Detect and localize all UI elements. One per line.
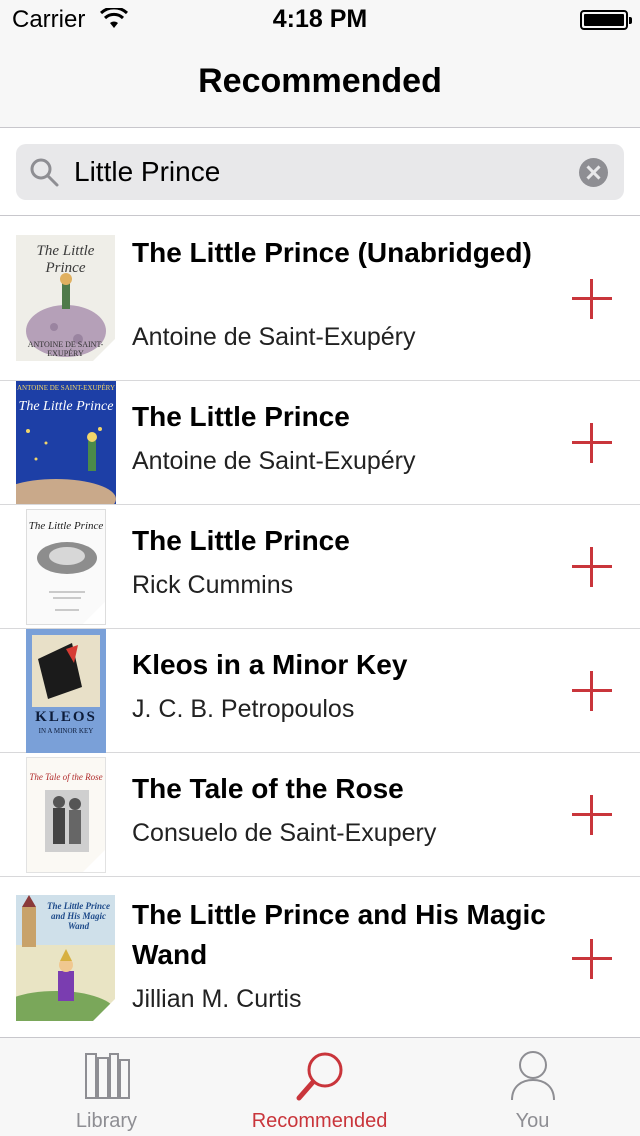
- status-time: 4:18 PM: [272, 5, 368, 33]
- cover-title: The Little Prince and His Magic Wand: [47, 901, 110, 931]
- book-title: The Tale of the Rose: [132, 773, 404, 804]
- add-button[interactable]: [572, 671, 612, 711]
- page-curl: [83, 602, 105, 624]
- add-button[interactable]: [572, 547, 612, 587]
- search-input[interactable]: [74, 144, 574, 200]
- add-button[interactable]: [572, 939, 612, 979]
- book-row[interactable]: The Little Prince The Little Prince Rick…: [0, 505, 640, 629]
- person-icon: [511, 1051, 555, 1101]
- book-author: Antoine de Saint-Exupéry: [132, 323, 416, 351]
- search-bar[interactable]: [16, 144, 624, 200]
- magnifier-icon: [296, 1052, 343, 1101]
- book-author: Consuelo de Saint-Exupery: [132, 819, 437, 847]
- book-author: J. C. B. Petropoulos: [132, 695, 355, 723]
- tab-label: Recommended: [251, 1110, 388, 1132]
- stars-illustration: [16, 427, 116, 504]
- book-cover: The Little Prince and His Magic Wand: [16, 895, 115, 1021]
- tab-label: Library: [75, 1110, 138, 1132]
- tab-label: You: [515, 1110, 550, 1132]
- search-area: [0, 128, 640, 216]
- books-icon: [85, 1053, 130, 1099]
- book-cover: The Little Prince: [26, 509, 106, 625]
- book-list[interactable]: The Little Prince ANTOINE DE SAINT-EXUPÉ…: [0, 217, 640, 1037]
- page-title: Recommended: [198, 62, 442, 100]
- tab-bar: Library Recommended You: [0, 1037, 640, 1136]
- book-row[interactable]: The Tale of the Rose The Tale of the Ros…: [0, 753, 640, 877]
- page-curl: [93, 339, 115, 361]
- book-row[interactable]: KLEOS IN A MINOR KEY Kleos in a Minor Ke…: [0, 629, 640, 753]
- tab-you[interactable]: You: [426, 1038, 639, 1136]
- book-title: The Little Prince (Unabridged): [132, 237, 532, 268]
- book-cover: ANTOINE DE SAINT-EXUPÉRY The Little Prin…: [16, 381, 116, 504]
- navigation-bar: Recommended: [0, 40, 640, 128]
- book-author: Rick Cummins: [132, 571, 294, 599]
- book-author: Antoine de Saint-Exupéry: [132, 447, 416, 475]
- search-icon: [30, 158, 59, 187]
- status-bar: Carrier 4:18 PM: [0, 0, 640, 40]
- book-title: Kleos in a Minor Key: [132, 649, 408, 680]
- page-curl: [93, 999, 115, 1021]
- book-title: The Little Prince and His Magic Wand: [132, 899, 546, 970]
- book-author: Jillian M. Curtis: [132, 985, 302, 1013]
- cover-title: KLEOS: [35, 709, 97, 725]
- book-title: The Little Prince: [132, 401, 350, 432]
- book-cover: The Tale of the Rose: [26, 757, 106, 873]
- tab-library[interactable]: Library: [0, 1038, 213, 1136]
- book-cover: The Little Prince ANTOINE DE SAINT-EXUPÉ…: [16, 235, 115, 361]
- book-cover: KLEOS IN A MINOR KEY: [26, 629, 106, 753]
- add-button[interactable]: [572, 795, 612, 835]
- battery-icon: [580, 10, 632, 30]
- book-row[interactable]: The Little Prince ANTOINE DE SAINT-EXUPÉ…: [0, 217, 640, 381]
- tab-recommended[interactable]: Recommended: [213, 1038, 426, 1136]
- book-row[interactable]: ANTOINE DE SAINT-EXUPÉRY The Little Prin…: [0, 381, 640, 505]
- book-title: The Little Prince: [132, 525, 350, 556]
- clear-search-button[interactable]: [579, 158, 608, 187]
- add-button[interactable]: [572, 279, 612, 319]
- add-button[interactable]: [572, 423, 612, 463]
- cover-subtitle: IN A MINOR KEY: [38, 727, 94, 735]
- book-row[interactable]: The Little Prince and His Magic Wand The…: [0, 877, 640, 1037]
- page-curl: [83, 850, 105, 872]
